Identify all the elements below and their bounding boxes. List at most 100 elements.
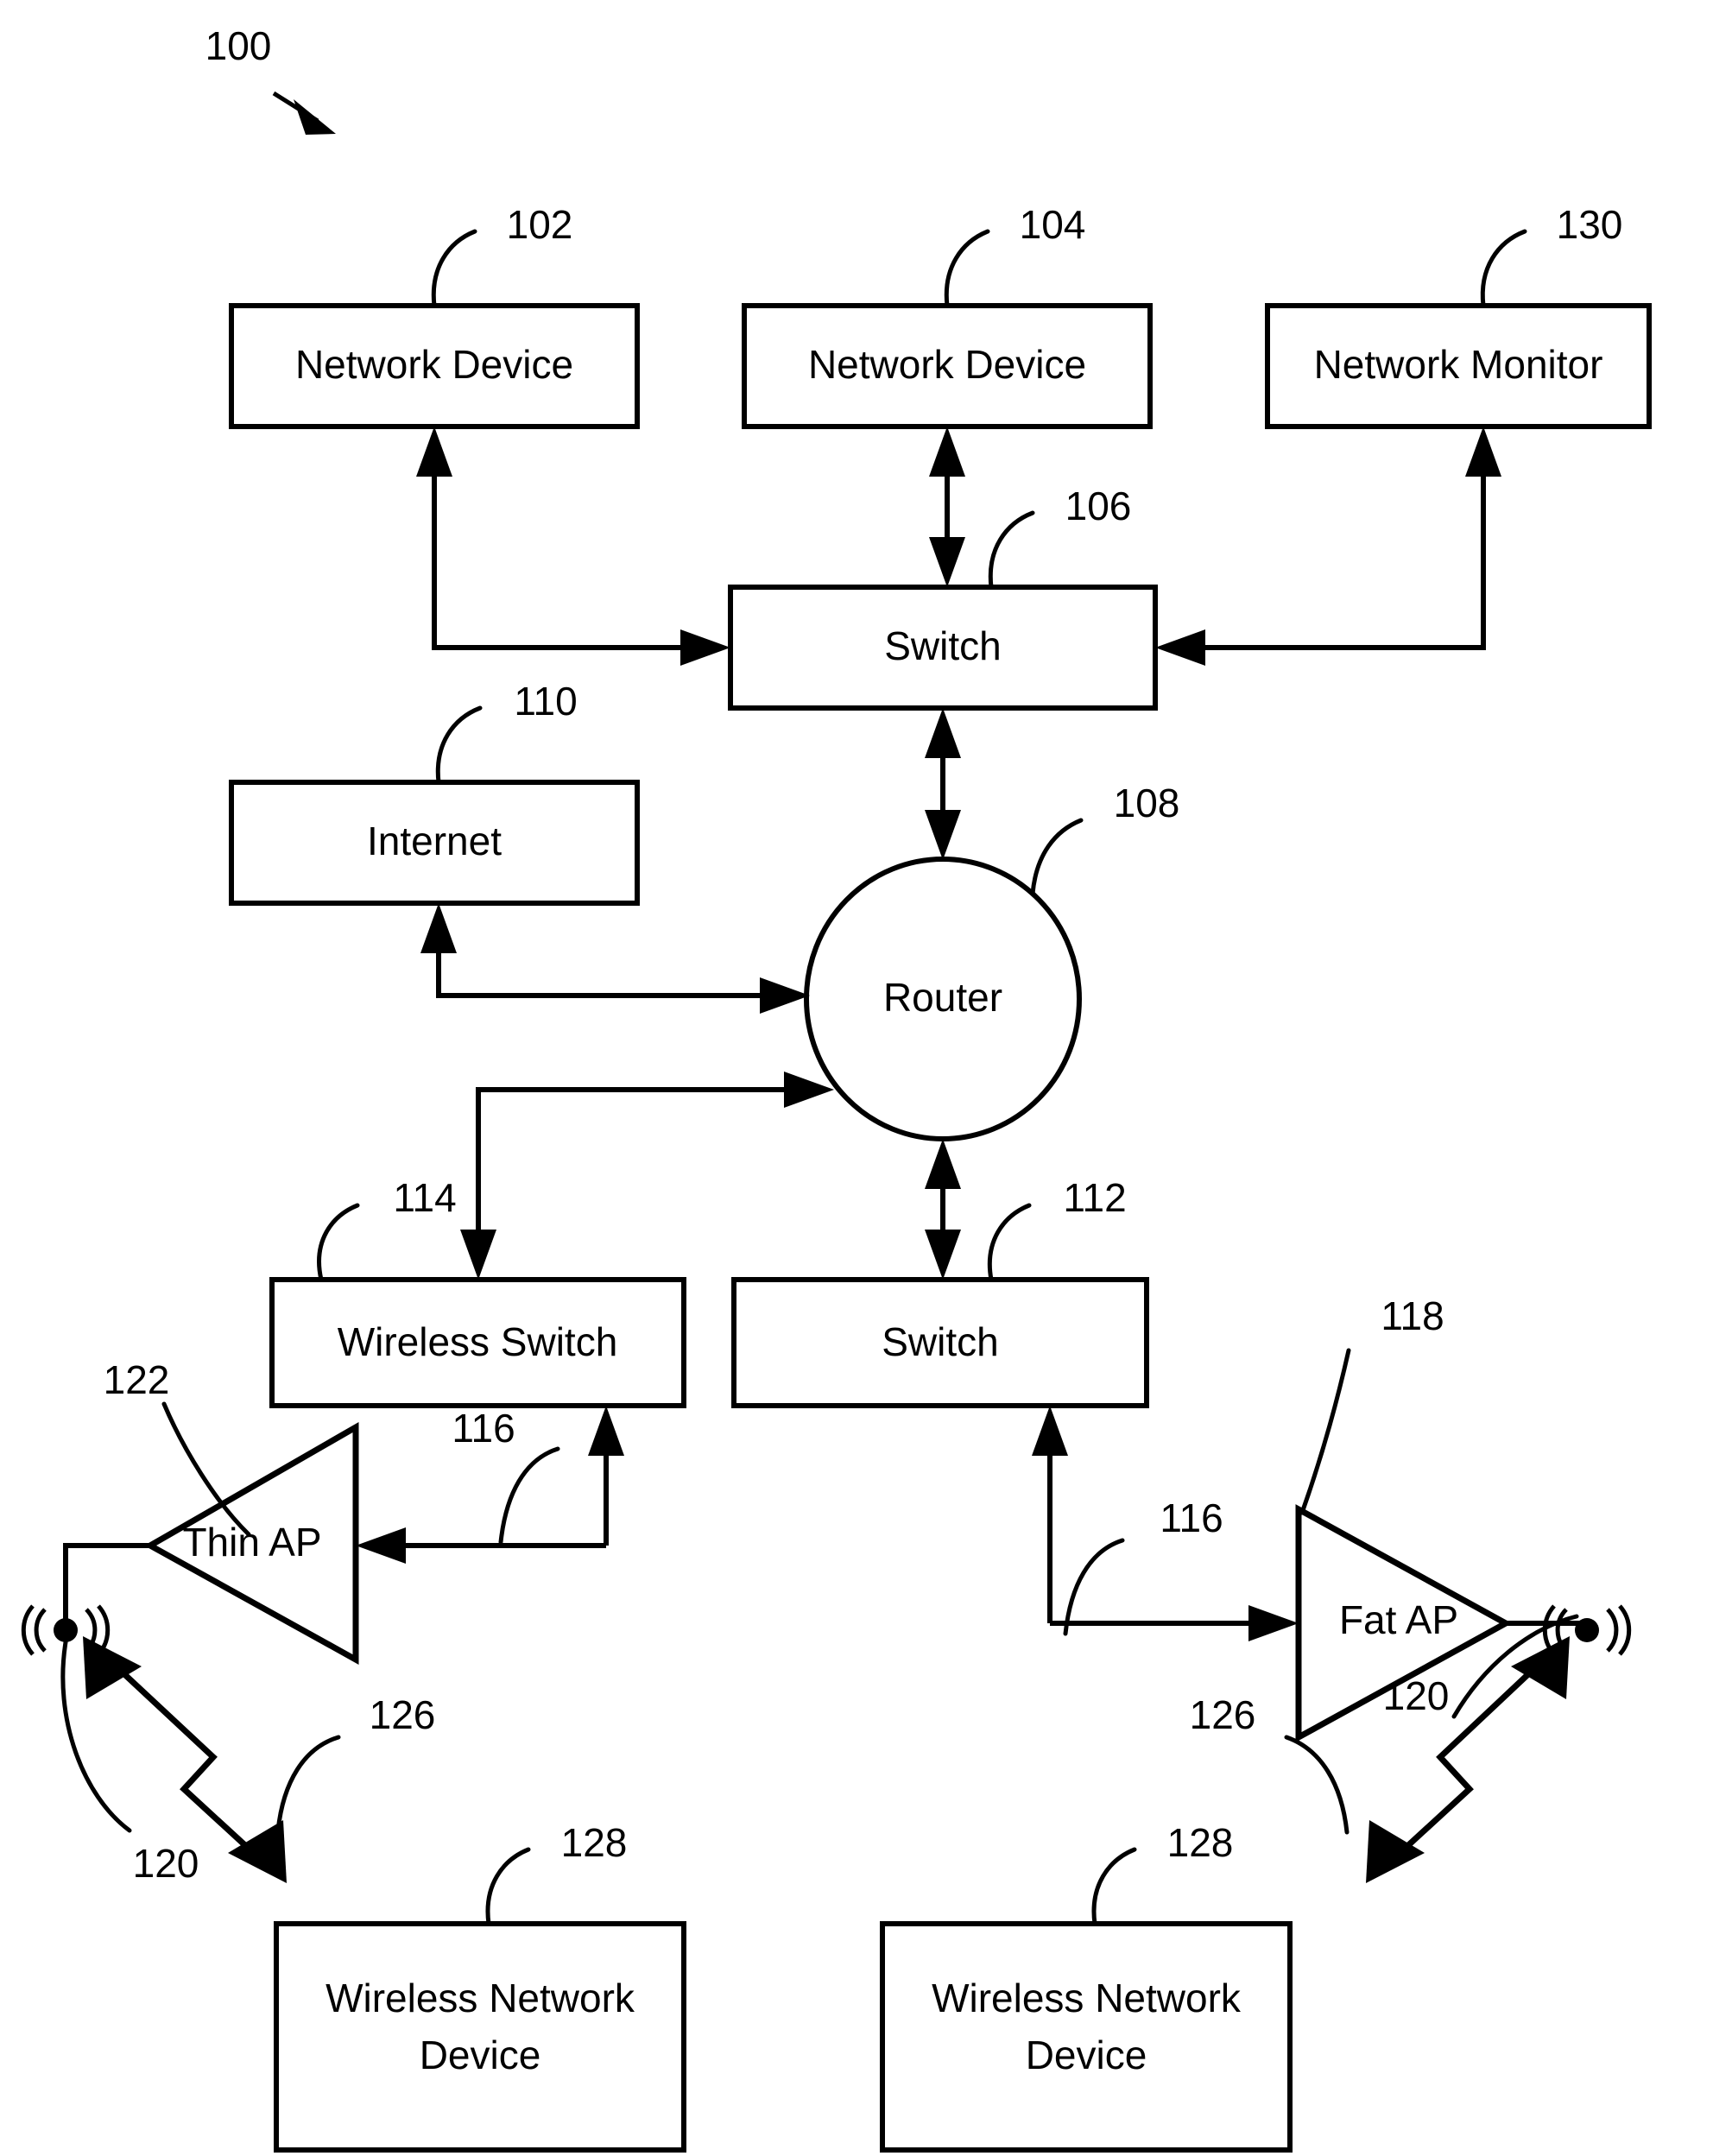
ref-number-104: 104 bbox=[1020, 202, 1086, 247]
ref-122-group: 122 bbox=[104, 1357, 251, 1537]
ref-128-left-group: 128 bbox=[485, 1820, 628, 1926]
ref-130-leader bbox=[1480, 229, 1527, 308]
link-switch106-arrowhead-right-in bbox=[1155, 629, 1205, 666]
link-router108-switch112 bbox=[925, 1139, 961, 1280]
ref-128-right-group: 128 bbox=[1091, 1820, 1234, 1926]
thin-ap-122-label: Thin AP bbox=[182, 1520, 321, 1565]
ref-number-100: 100 bbox=[205, 23, 272, 68]
ref-102-group: 102 bbox=[431, 202, 573, 308]
antenna-left-group bbox=[21, 1543, 150, 1656]
node-internet-110[interactable]: Internet bbox=[229, 780, 640, 906]
ref-106-leader bbox=[988, 510, 1035, 590]
link-wirelessswitch114-router108-path bbox=[476, 1087, 801, 1249]
link-nd102-switch106 bbox=[416, 427, 730, 666]
node-network-device-102[interactable]: Network Device bbox=[229, 303, 640, 429]
ref-118-leader bbox=[1299, 1348, 1351, 1515]
ref-number-116-right: 116 bbox=[1160, 1495, 1223, 1540]
ref-116-left-group: 116 bbox=[452, 1406, 560, 1545]
link-switch106-router108 bbox=[925, 708, 961, 860]
ref-112-leader bbox=[987, 1203, 1032, 1282]
ref-number-106: 106 bbox=[1065, 484, 1132, 528]
ref-number-128-left: 128 bbox=[561, 1820, 628, 1865]
ref-number-102: 102 bbox=[507, 202, 573, 247]
ref-102-leader bbox=[431, 229, 477, 308]
ref-number-130: 130 bbox=[1557, 202, 1623, 247]
ref-number-120-right: 120 bbox=[1383, 1673, 1450, 1718]
antenna-right-icon-dot bbox=[1575, 1618, 1599, 1642]
ref-126-right-leader bbox=[1284, 1735, 1350, 1835]
ref-126-left-group: 126 bbox=[275, 1692, 436, 1833]
link-router108-arrowhead-up bbox=[925, 708, 961, 758]
network-architecture-diagram: 100 Network Device 102 Network Device 10… bbox=[21, 23, 1652, 2153]
link-116-left-arrowhead-up bbox=[588, 1406, 624, 1456]
internet-110-label: Internet bbox=[367, 819, 502, 863]
ref-128-right-leader bbox=[1091, 1847, 1137, 1926]
antenna-left-icon-arc-inner-left bbox=[34, 1608, 47, 1653]
antenna-left-icon-dot bbox=[54, 1618, 78, 1642]
ref-108-leader bbox=[1030, 818, 1084, 896]
ref-114-group: 114 bbox=[317, 1175, 457, 1282]
node-wireless-switch-114[interactable]: Wireless Switch bbox=[269, 1277, 686, 1408]
node-thin-ap-122[interactable]: Thin AP bbox=[143, 1421, 359, 1665]
wireless-switch-114-label: Wireless Switch bbox=[338, 1319, 618, 1364]
wireless-network-device-right-label-line2: Device bbox=[1026, 2033, 1147, 2077]
patent-figure: 100 Network Device 102 Network Device 10… bbox=[0, 0, 1713, 2156]
link-nd104-switch106 bbox=[929, 427, 965, 587]
ref-number-114: 114 bbox=[393, 1175, 456, 1220]
antenna-right-icon-arc-inner-right bbox=[1606, 1608, 1619, 1653]
link-monitor130-switch106-path bbox=[1179, 458, 1486, 650]
wireless-link-right-126-arrowhead-down bbox=[1366, 1820, 1425, 1883]
network-monitor-130-label: Network Monitor bbox=[1314, 342, 1603, 387]
link-wirelessswitch114-arrowhead-down bbox=[460, 1230, 496, 1280]
network-device-102-label: Network Device bbox=[295, 342, 573, 387]
ref-116-left-leader bbox=[498, 1446, 560, 1545]
ref-number-128-right: 128 bbox=[1167, 1820, 1234, 1865]
wireless-link-left-126-arrowhead-up bbox=[83, 1636, 142, 1699]
link-router108-arrowhead-down bbox=[925, 810, 961, 860]
wireless-network-device-left-label-line1: Wireless Network bbox=[326, 1976, 635, 2020]
ref-number-122: 122 bbox=[104, 1357, 170, 1402]
ref-number-112: 112 bbox=[1063, 1175, 1126, 1220]
ref-number-126-left: 126 bbox=[370, 1692, 436, 1737]
node-switch-106[interactable]: Switch bbox=[728, 585, 1158, 711]
ref-116-right-leader bbox=[1063, 1538, 1125, 1636]
antenna-right-icon-arc-outer-right bbox=[1618, 1604, 1632, 1656]
ref-114-leader bbox=[317, 1203, 360, 1282]
node-wireless-network-device-right[interactable]: Wireless Network Device bbox=[880, 1921, 1293, 2153]
wireless-network-device-right-label-line1: Wireless Network bbox=[932, 1976, 1242, 2020]
link-nd104-arrowhead-up bbox=[929, 427, 965, 477]
network-device-104-label: Network Device bbox=[808, 342, 1086, 387]
figure-ref-100-arrowhead bbox=[294, 99, 336, 135]
link-monitor130-arrowhead-up bbox=[1465, 427, 1501, 477]
link-switch112-arrowhead-up bbox=[925, 1139, 961, 1189]
ref-130-group: 130 bbox=[1480, 202, 1623, 308]
link-monitor130-switch106 bbox=[1155, 427, 1501, 666]
node-network-device-104[interactable]: Network Device bbox=[742, 303, 1153, 429]
node-wireless-network-device-left[interactable]: Wireless Network Device bbox=[274, 1921, 686, 2153]
ref-106-group: 106 bbox=[988, 484, 1132, 590]
link-116-right-arrowhead-into-fatap bbox=[1248, 1605, 1299, 1641]
link-nd102-switch106-path bbox=[432, 458, 706, 650]
ref-128-left-leader bbox=[485, 1847, 531, 1926]
ref-104-group: 104 bbox=[944, 202, 1086, 308]
link-internet110-arrowhead-up bbox=[420, 903, 457, 953]
wireless-network-device-left-label-line2: Device bbox=[420, 2033, 541, 2077]
ref-110-group: 110 bbox=[435, 679, 578, 785]
link-router108-arrowhead-from-internet bbox=[760, 977, 810, 1014]
link-nd104-arrowhead-down bbox=[929, 537, 965, 587]
wireless-link-left-126-bolt bbox=[108, 1659, 261, 1860]
switch-106-label: Switch bbox=[884, 623, 1001, 668]
ref-number-120-left: 120 bbox=[133, 1841, 199, 1886]
fat-ap-118-label: Fat AP bbox=[1339, 1597, 1458, 1642]
ref-118-group: 118 bbox=[1299, 1293, 1444, 1515]
ref-116-right-group: 116 bbox=[1063, 1495, 1223, 1636]
link-116-left-arrowhead-into-thinap bbox=[356, 1527, 406, 1564]
node-network-monitor-130[interactable]: Network Monitor bbox=[1265, 303, 1652, 429]
ref-110-leader bbox=[435, 705, 483, 785]
antenna-left-icon-arc-outer-left bbox=[21, 1604, 35, 1656]
router-108-label: Router bbox=[883, 975, 1002, 1020]
ref-number-116-left: 116 bbox=[452, 1406, 515, 1451]
ref-104-leader bbox=[944, 229, 990, 308]
node-router-108[interactable]: Router bbox=[804, 857, 1082, 1141]
node-switch-112[interactable]: Switch bbox=[731, 1277, 1149, 1408]
